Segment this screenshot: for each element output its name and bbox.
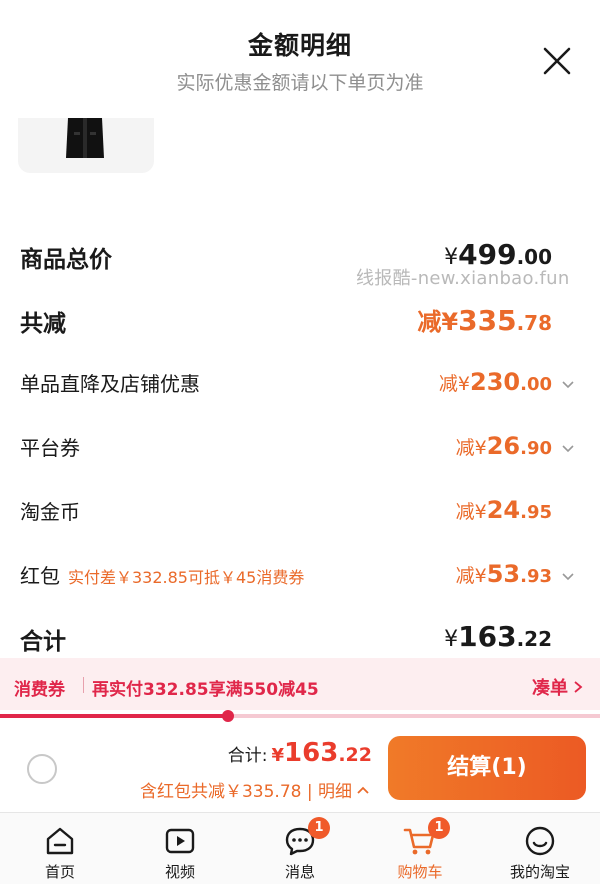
total-reduce-row: 共减 减¥ 335.78 [0, 302, 600, 342]
total-reduce-amount: 减¥ 335.78 [417, 304, 552, 337]
product-thumbnail[interactable] [18, 118, 154, 173]
bottom-tab-bar: 首页 视频 1 消息 1 购物车 我的淘宝 [0, 812, 600, 884]
messages-badge: 1 [308, 817, 330, 839]
video-icon [165, 828, 195, 854]
discount-row-redpacket[interactable]: 红包 实付差￥332.85可抵￥45消费券 减¥ 53.93 [0, 560, 600, 594]
discount-row-coins: 淘金币 减¥ 24.95 [0, 496, 600, 530]
goods-total-label: 商品总价 [20, 247, 112, 273]
checkout-total: 合计: ¥163.22 [227, 738, 372, 768]
checkout-button[interactable]: 结算(1) [388, 736, 586, 800]
discount-redpacket-amount: 减¥ 53.93 [455, 560, 552, 588]
tab-messages[interactable]: 1 消息 [240, 813, 360, 884]
divider [83, 677, 84, 693]
discount-store-amount: 减¥ 230.00 [438, 368, 552, 396]
select-all-radio[interactable] [27, 754, 57, 784]
close-icon[interactable] [540, 44, 574, 78]
chevron-right-icon [574, 681, 583, 693]
coupon-progress-handle [222, 710, 234, 722]
tab-cart[interactable]: 1 购物车 [360, 813, 480, 884]
coupon-tag: 消费券 [14, 680, 65, 700]
coupon-message: 再实付332.85享满550减45 [92, 680, 319, 700]
chevron-down-icon[interactable] [560, 441, 576, 457]
page-title: 金额明细 [247, 31, 352, 60]
tab-home[interactable]: 首页 [0, 813, 120, 884]
coupon-bar: 消费券 再实付332.85享满550减45 凑单 [0, 658, 600, 710]
chevron-down-icon[interactable] [560, 377, 576, 393]
checkout-bar: 合计: ¥163.22 含红包共减￥335.78 | 明细 结算(1) [0, 726, 600, 812]
total-label: 合计 [20, 629, 66, 655]
watermark: 线报酷-new.xianbao.fun [356, 268, 570, 289]
discount-detail-toggle[interactable]: 含红包共减￥335.78 | 明细 [140, 777, 370, 802]
discount-coins-amount: 减¥ 24.95 [455, 496, 552, 524]
discount-platform-amount: 减¥ 26.90 [455, 432, 552, 460]
discount-redpacket-label: 红包 实付差￥332.85可抵￥45消费券 [20, 564, 305, 588]
coat-image [66, 118, 104, 158]
discount-coins-label: 淘金币 [20, 500, 80, 524]
page-subtitle: 实际优惠金额请以下单页为准 [176, 72, 424, 94]
discount-platform-label: 平台券 [20, 436, 80, 460]
sheet-header: 金额明细 实际优惠金额请以下单页为准 [0, 0, 600, 110]
coupon-progress-bar [0, 710, 600, 722]
cart-badge: 1 [428, 817, 450, 839]
chevron-down-icon[interactable] [560, 569, 576, 585]
total-amount: ¥163.22 [444, 620, 552, 653]
redpacket-note: 实付差￥332.85可抵￥45消费券 [68, 568, 305, 587]
tab-video[interactable]: 视频 [120, 813, 240, 884]
discount-store-label: 单品直降及店铺优惠 [20, 372, 200, 396]
chevron-up-icon [357, 786, 369, 794]
total-reduce-label: 共减 [20, 311, 66, 337]
profile-icon [525, 826, 555, 856]
discount-row-platform[interactable]: 平台券 减¥ 26.90 [0, 432, 600, 466]
discount-row-store[interactable]: 单品直降及店铺优惠 减¥ 230.00 [0, 368, 600, 402]
coupon-progress-fill [0, 714, 228, 718]
home-icon [46, 827, 74, 855]
total-row: 合计 ¥163.22 [0, 620, 600, 658]
tab-profile[interactable]: 我的淘宝 [480, 813, 600, 884]
add-items-button[interactable]: 凑单 [532, 674, 584, 700]
